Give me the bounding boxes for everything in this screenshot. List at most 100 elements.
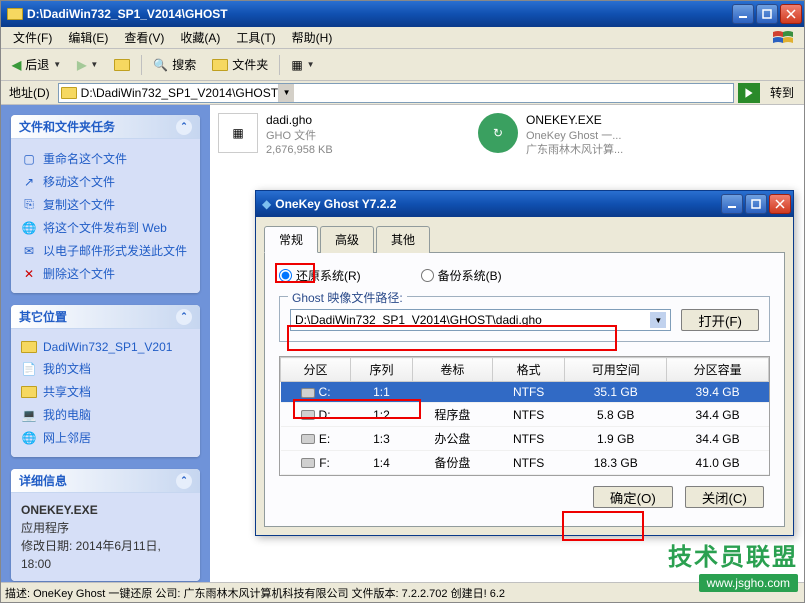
radio-backup-input[interactable] [421, 269, 434, 282]
col-seq[interactable]: 序列 [351, 358, 413, 382]
task-rename[interactable]: ▢重命名这个文件 [21, 147, 190, 170]
col-cap[interactable]: 分区容量 [667, 358, 769, 382]
web-icon: 🌐 [21, 220, 37, 236]
place-shared[interactable]: 共享文档 [21, 380, 190, 403]
search-label: 搜索 [172, 56, 196, 73]
forward-arrow-icon: ▶ [77, 58, 86, 72]
drive-icon [301, 458, 315, 468]
table-row[interactable]: E: 1:3 办公盘 NTFS 1.9 GB 34.4 GB [281, 427, 769, 451]
path-fieldset: Ghost 映像文件路径: D:\DadiWin732_SP1_V2014\GH… [279, 296, 770, 342]
menu-help[interactable]: 帮助(H) [284, 27, 341, 48]
dialog-minimize-button[interactable] [721, 194, 743, 214]
collapse-icon: ⌃ [176, 473, 192, 489]
watermark-url: www.jsgho.com [699, 574, 798, 592]
views-button[interactable]: ▦ ▼ [284, 53, 321, 77]
address-input[interactable]: D:\DadiWin732_SP1_V2014\GHOST ▼ [58, 83, 734, 103]
drive-icon [301, 410, 315, 420]
maximize-button[interactable] [756, 4, 778, 24]
back-button[interactable]: ◀ 后退 ▼ [5, 53, 68, 77]
chevron-down-icon: ▼ [307, 60, 315, 69]
dialog-maximize-button[interactable] [745, 194, 767, 214]
col-part[interactable]: 分区 [281, 358, 351, 382]
file-item-gho[interactable]: ▦ dadi.gho GHO 文件 2,676,958 KB [218, 113, 438, 157]
address-path: D:\DadiWin732_SP1_V2014\GHOST [81, 86, 278, 100]
folder-icon [21, 386, 37, 398]
chevron-down-icon: ▼ [53, 60, 61, 69]
exe-file-icon: ↻ [478, 113, 518, 153]
dialog-icon: ◆ [262, 197, 271, 211]
detail-type: 应用程序 [21, 519, 190, 537]
search-button[interactable]: 🔍 搜索 [146, 53, 203, 77]
path-input[interactable]: D:\DadiWin732_SP1_V2014\GHOST\dadi.gho ▼ [290, 309, 671, 331]
goto-label: 转到 [764, 84, 800, 101]
folders-button[interactable]: 文件夹 [205, 53, 275, 77]
windows-logo-icon [766, 28, 800, 48]
menu-tools[interactable]: 工具(T) [228, 27, 283, 48]
details-title: 详细信息 [19, 472, 67, 489]
close-button[interactable] [780, 4, 802, 24]
watermark-text: 技术员联盟 [668, 537, 798, 572]
table-row[interactable]: D: 1:2 程序盘 NTFS 5.8 GB 34.4 GB [281, 403, 769, 427]
task-publish[interactable]: 🌐将这个文件发布到 Web [21, 216, 190, 239]
file-item-exe[interactable]: ↻ ONEKEY.EXE OneKey Ghost 一... 广东雨林木风计算.… [478, 113, 698, 157]
task-email[interactable]: ✉以电子邮件形式发送此文件 [21, 239, 190, 262]
dialog-close-button[interactable] [769, 194, 791, 214]
place-parent[interactable]: DadiWin732_SP1_V201 [21, 337, 190, 357]
radio-restore-input[interactable] [279, 269, 292, 282]
menu-file[interactable]: 文件(F) [5, 27, 60, 48]
task-move[interactable]: ↗移动这个文件 [21, 170, 190, 193]
places-panel: 其它位置 ⌃ DadiWin732_SP1_V201 📄我的文档 共享文档 💻我… [11, 305, 200, 457]
menu-view[interactable]: 查看(V) [116, 27, 172, 48]
places-header[interactable]: 其它位置 ⌃ [11, 305, 200, 329]
table-row[interactable]: C: 1:1 NTFS 35.1 GB 39.4 GB [281, 382, 769, 403]
open-button[interactable]: 打开(F) [681, 309, 759, 331]
address-dropdown[interactable]: ▼ [278, 84, 294, 102]
tab-other[interactable]: 其他 [376, 226, 430, 253]
window-title: D:\DadiWin732_SP1_V2014\GHOST [27, 7, 732, 21]
rename-icon: ▢ [21, 151, 37, 167]
tab-general[interactable]: 常规 [264, 226, 318, 253]
place-network[interactable]: 🌐网上邻居 [21, 426, 190, 449]
dialog-tabs: 常规 高级 其他 [264, 225, 785, 253]
copy-icon: ⎘ [21, 197, 37, 213]
go-button[interactable] [738, 83, 760, 103]
radio-backup[interactable]: 备份系统(B) [421, 267, 502, 284]
cancel-button[interactable]: 关闭(C) [685, 486, 764, 508]
email-icon: ✉ [21, 243, 37, 259]
dialog-title: OneKey Ghost Y7.2.2 [275, 197, 721, 211]
delete-icon: ✕ [21, 266, 37, 282]
up-folder-icon [114, 59, 130, 71]
search-icon: 🔍 [153, 58, 168, 72]
up-button[interactable] [107, 53, 137, 77]
col-fmt[interactable]: 格式 [492, 358, 564, 382]
addressbar: 地址(D) D:\DadiWin732_SP1_V2014\GHOST ▼ 转到 [1, 81, 804, 105]
fieldset-legend: Ghost 映像文件路径: [288, 289, 407, 306]
place-docs[interactable]: 📄我的文档 [21, 357, 190, 380]
table-row[interactable]: F: 1:4 备份盘 NTFS 18.3 GB 41.0 GB [281, 451, 769, 475]
details-header[interactable]: 详细信息 ⌃ [11, 469, 200, 493]
detail-name: ONEKEY.EXE [21, 501, 190, 519]
watermark: 技术员联盟 www.jsgho.com [668, 537, 798, 592]
main-titlebar: D:\DadiWin732_SP1_V2014\GHOST [1, 1, 804, 27]
path-dropdown[interactable]: ▼ [650, 312, 666, 328]
gho-file-icon: ▦ [218, 113, 258, 153]
radio-restore[interactable]: 还原系统(R) [279, 267, 361, 284]
folder-icon [7, 6, 23, 22]
tab-advanced[interactable]: 高级 [320, 226, 374, 253]
minimize-button[interactable] [732, 4, 754, 24]
tasks-header[interactable]: 文件和文件夹任务 ⌃ [11, 115, 200, 139]
menu-favorites[interactable]: 收藏(A) [172, 27, 228, 48]
task-delete[interactable]: ✕删除这个文件 [21, 262, 190, 285]
place-computer[interactable]: 💻我的电脑 [21, 403, 190, 426]
places-title: 其它位置 [19, 308, 67, 325]
toolbar: ◀ 后退 ▼ ▶ ▼ 🔍 搜索 文件夹 ▦ ▼ [1, 49, 804, 81]
col-avail[interactable]: 可用空间 [565, 358, 667, 382]
ok-button[interactable]: 确定(O) [593, 486, 673, 508]
col-label[interactable]: 卷标 [412, 358, 492, 382]
forward-button[interactable]: ▶ ▼ [70, 53, 105, 77]
menu-edit[interactable]: 编辑(E) [60, 27, 116, 48]
address-label: 地址(D) [5, 84, 54, 101]
back-label: 后退 [25, 56, 49, 73]
partition-table: 分区 序列 卷标 格式 可用空间 分区容量 C: 1:1 [279, 356, 770, 476]
task-copy[interactable]: ⎘复制这个文件 [21, 193, 190, 216]
